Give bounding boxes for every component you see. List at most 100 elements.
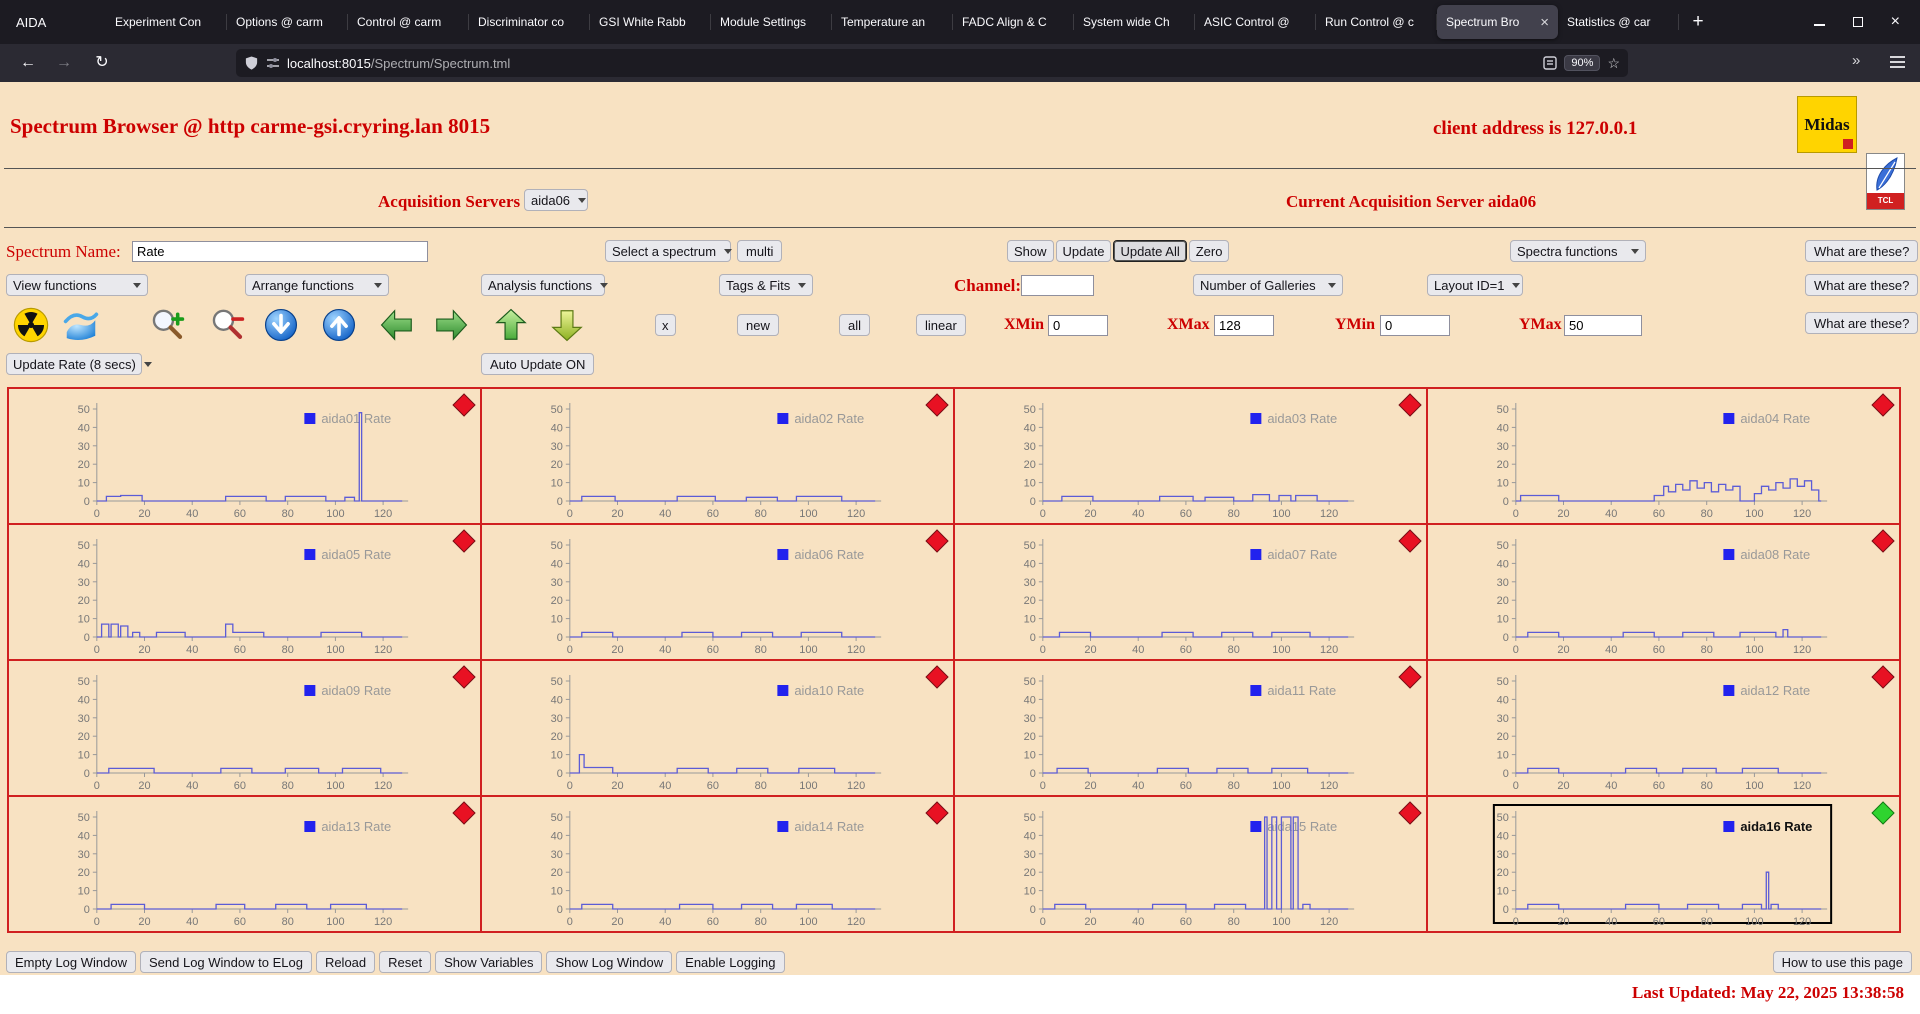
status-diamond-icon[interactable] bbox=[1871, 529, 1895, 553]
multi-button[interactable]: multi bbox=[737, 240, 783, 262]
status-diamond-icon[interactable] bbox=[925, 801, 949, 825]
browser-tab-5[interactable]: GSI White Rabb bbox=[590, 5, 711, 39]
select-a-spectrum-select[interactable]: Select a spectrum bbox=[605, 240, 733, 262]
reader-mode-icon[interactable] bbox=[1543, 56, 1558, 70]
update-all-button[interactable]: Update All bbox=[1113, 240, 1187, 262]
expand-up-icon[interactable] bbox=[492, 306, 530, 344]
what-are-these-button-3[interactable]: What are these? bbox=[1805, 312, 1919, 334]
spectrum-chart-aida06[interactable]: 0 10 20 30 40 50 0 20 40 60 80 100 120 aida06 Rate bbox=[481, 524, 954, 660]
status-diamond-icon[interactable] bbox=[925, 393, 949, 417]
spectrum-chart-aida01[interactable]: 0 10 20 30 40 50 0 20 40 60 80 100 120 aida01 Rate bbox=[8, 388, 481, 524]
spectrum-chart-aida12[interactable]: 0 10 20 30 40 50 0 20 40 60 80 100 120 aida12 Rate bbox=[1427, 660, 1900, 796]
spectrum-chart-aida10[interactable]: 0 10 20 30 40 50 0 20 40 60 80 100 120 aida10 Rate bbox=[481, 660, 954, 796]
new-button[interactable]: new bbox=[737, 314, 779, 336]
channel-input[interactable] bbox=[1021, 275, 1094, 296]
permissions-tune-icon[interactable] bbox=[266, 56, 280, 70]
spectra-functions-select[interactable]: Spectra functions bbox=[1510, 240, 1646, 262]
all-button[interactable]: all bbox=[839, 314, 871, 336]
y-scale-up-icon[interactable] bbox=[320, 306, 358, 344]
browser-tab-13[interactable]: Statistics @ car bbox=[1558, 5, 1679, 39]
auto-update-button[interactable]: Auto Update ON bbox=[481, 353, 595, 375]
status-diamond-icon[interactable] bbox=[1398, 801, 1422, 825]
zoom-out-icon[interactable] bbox=[208, 306, 246, 344]
maximize-icon[interactable] bbox=[1852, 17, 1863, 27]
browser-tab-1[interactable]: Experiment Con bbox=[106, 5, 227, 39]
zero-button[interactable]: Zero bbox=[1188, 240, 1230, 262]
x-button[interactable]: x bbox=[655, 314, 676, 336]
pan-left-icon[interactable] bbox=[378, 306, 416, 344]
browser-tab-8[interactable]: FADC Align & C bbox=[953, 5, 1074, 39]
spectrum-chart-aida08[interactable]: 0 10 20 30 40 50 0 20 40 60 80 100 120 aida08 Rate bbox=[1427, 524, 1900, 660]
linear-button[interactable]: linear bbox=[916, 314, 966, 336]
shield-icon[interactable] bbox=[244, 55, 259, 71]
status-diamond-icon[interactable] bbox=[452, 665, 476, 689]
minimize-icon[interactable] bbox=[1813, 18, 1825, 26]
spectrum-chart-aida03[interactable]: 0 10 20 30 40 50 0 20 40 60 80 100 120 aida03 Rate bbox=[954, 388, 1427, 524]
send-log-window-to-elog-button[interactable]: Send Log Window to ELog bbox=[140, 951, 312, 973]
tags-fits-select[interactable]: Tags & Fits bbox=[719, 274, 813, 296]
spectrum-chart-aida07[interactable]: 0 10 20 30 40 50 0 20 40 60 80 100 120 aida07 Rate bbox=[954, 524, 1427, 660]
xmax-input[interactable] bbox=[1214, 315, 1274, 336]
wash-icon[interactable] bbox=[62, 306, 100, 344]
radioactive-icon[interactable] bbox=[12, 306, 50, 344]
forward-icon[interactable]: → bbox=[50, 50, 78, 76]
spectrum-chart-aida14[interactable]: 0 10 20 30 40 50 0 20 40 60 80 100 120 aida14 Rate bbox=[481, 796, 954, 932]
status-diamond-icon[interactable] bbox=[1398, 529, 1422, 553]
browser-tab-9[interactable]: System wide Ch bbox=[1074, 5, 1195, 39]
url-bar[interactable]: localhost:8015/Spectrum/Spectrum.tml 90%… bbox=[236, 49, 1628, 77]
spectrum-chart-aida11[interactable]: 0 10 20 30 40 50 0 20 40 60 80 100 120 aida11 Rate bbox=[954, 660, 1427, 796]
spectrum-chart-aida05[interactable]: 0 10 20 30 40 50 0 20 40 60 80 100 120 aida05 Rate bbox=[8, 524, 481, 660]
bookmark-star-icon[interactable]: ☆ bbox=[1607, 55, 1620, 72]
show-log-window-button[interactable]: Show Log Window bbox=[546, 951, 673, 973]
spectrum-name-input[interactable] bbox=[132, 241, 428, 262]
browser-tab-12[interactable]: Spectrum Bro × bbox=[1437, 5, 1558, 39]
browser-tab-7[interactable]: Temperature an bbox=[832, 5, 953, 39]
analysis-functions-select[interactable]: Analysis functions bbox=[481, 274, 609, 296]
spectrum-chart-aida13[interactable]: 0 10 20 30 40 50 0 20 40 60 80 100 120 aida13 Rate bbox=[8, 796, 481, 932]
reload-button[interactable]: Reload bbox=[315, 951, 376, 973]
tcl-powered-logo[interactable]: TCL bbox=[1866, 153, 1905, 210]
spectrum-chart-aida16[interactable]: 0 10 20 30 40 50 0 20 40 60 80 100 120 aida16 Rate bbox=[1427, 796, 1900, 932]
browser-tab-2[interactable]: Options @ carm bbox=[227, 5, 348, 39]
reset-button[interactable]: Reset bbox=[379, 951, 432, 973]
zoom-level-badge[interactable]: 90% bbox=[1564, 55, 1601, 71]
how-to-use-button[interactable]: How to use this page bbox=[1772, 951, 1912, 973]
acquisition-server-select[interactable]: aida06 bbox=[524, 189, 588, 211]
arrange-functions-select[interactable]: Arrange functions bbox=[245, 274, 389, 296]
status-diamond-icon[interactable] bbox=[452, 529, 476, 553]
status-diamond-icon[interactable] bbox=[452, 801, 476, 825]
tab-close-icon[interactable]: × bbox=[1540, 15, 1549, 30]
close-window-icon[interactable]: × bbox=[1891, 14, 1900, 30]
status-diamond-icon[interactable] bbox=[1398, 665, 1422, 689]
update-rate-select[interactable]: Update Rate (8 secs) bbox=[6, 353, 152, 375]
what-are-these-button-1[interactable]: What are these? bbox=[1805, 240, 1919, 262]
status-diamond-icon[interactable] bbox=[452, 393, 476, 417]
spectrum-chart-aida02[interactable]: 0 10 20 30 40 50 0 20 40 60 80 100 120 aida02 Rate bbox=[481, 388, 954, 524]
ymin-input[interactable] bbox=[1380, 315, 1450, 336]
shrink-down-icon[interactable] bbox=[548, 306, 586, 344]
midas-logo[interactable]: Midas bbox=[1797, 96, 1857, 153]
empty-log-window-button[interactable]: Empty Log Window bbox=[6, 951, 136, 973]
ymax-input[interactable] bbox=[1564, 315, 1642, 336]
enable-logging-button[interactable]: Enable Logging bbox=[676, 951, 785, 973]
status-diamond-icon[interactable] bbox=[925, 529, 949, 553]
status-diamond-icon[interactable] bbox=[1398, 393, 1422, 417]
status-diamond-icon[interactable] bbox=[1871, 665, 1895, 689]
show-variables-button[interactable]: Show Variables bbox=[435, 951, 543, 973]
number-of-galleries-select[interactable]: Number of Galleries bbox=[1193, 274, 1343, 296]
status-diamond-icon[interactable] bbox=[1871, 393, 1895, 417]
spectrum-chart-aida09[interactable]: 0 10 20 30 40 50 0 20 40 60 80 100 120 aida09 Rate bbox=[8, 660, 481, 796]
y-scale-down-icon[interactable] bbox=[262, 306, 300, 344]
back-icon[interactable]: ← bbox=[14, 50, 42, 76]
zoom-in-icon[interactable] bbox=[148, 306, 186, 344]
what-are-these-button-2[interactable]: What are these? bbox=[1805, 274, 1919, 296]
spectrum-chart-aida15[interactable]: 0 10 20 30 40 50 0 20 40 60 80 100 120 aida15 Rate bbox=[954, 796, 1427, 932]
spectrum-chart-aida04[interactable]: 0 10 20 30 40 50 0 20 40 60 80 100 120 aida04 Rate bbox=[1427, 388, 1900, 524]
xmin-input[interactable] bbox=[1048, 315, 1108, 336]
browser-tab-6[interactable]: Module Settings bbox=[711, 5, 832, 39]
browser-tab-3[interactable]: Control @ carm bbox=[348, 5, 469, 39]
pan-right-icon[interactable] bbox=[432, 306, 470, 344]
update-button[interactable]: Update bbox=[1055, 240, 1112, 262]
overflow-chevron-icon[interactable]: » bbox=[1852, 52, 1860, 69]
show-button[interactable]: Show bbox=[1007, 240, 1054, 262]
